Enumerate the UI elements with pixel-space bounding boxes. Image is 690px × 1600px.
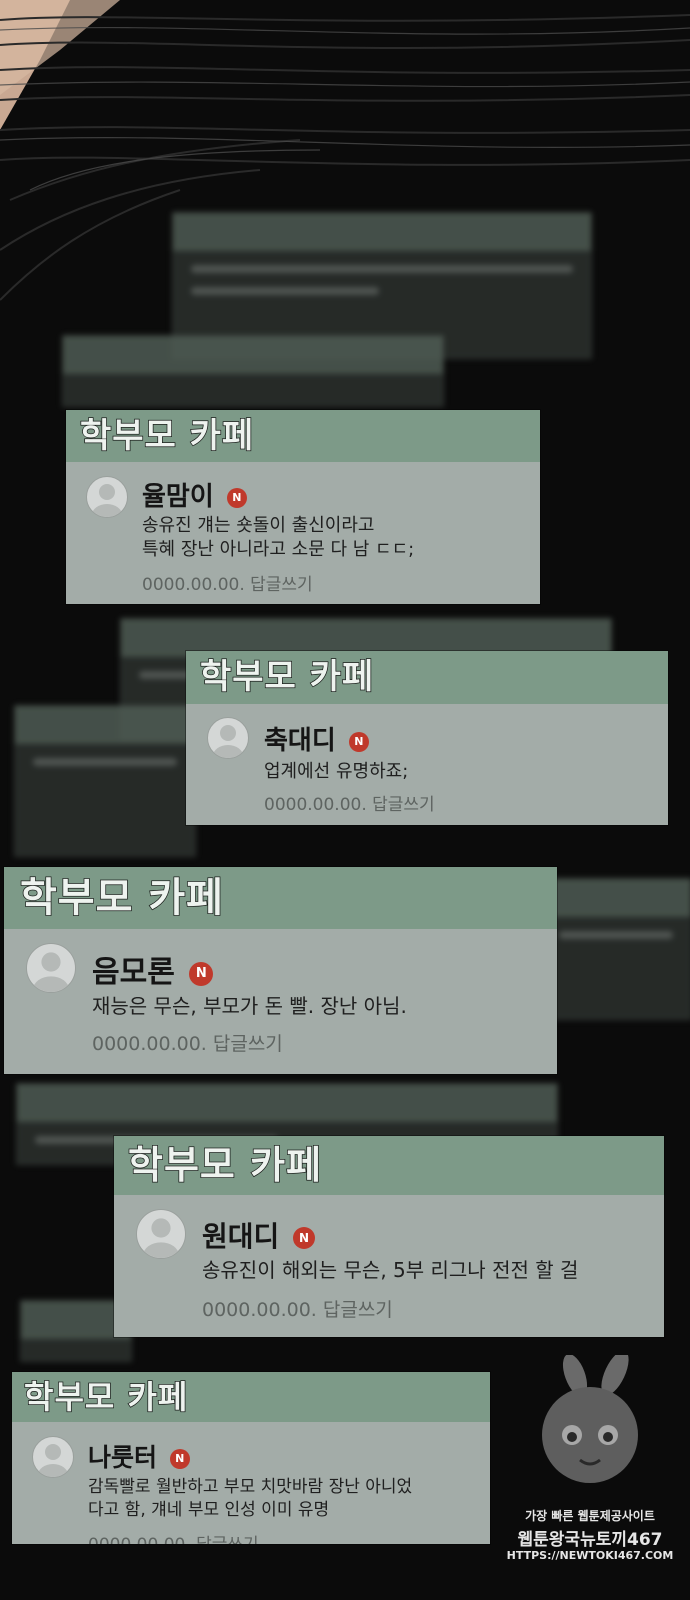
default-user-icon — [213, 725, 243, 758]
nickname-text: 원대디 — [202, 1220, 280, 1253]
comment-card: 학부모 카페 음모론 N 재능은 무슨, 부모가 돈 빨. 장난 아님. 000… — [4, 867, 557, 1074]
new-badge: N — [348, 731, 369, 752]
default-user-icon — [143, 1218, 179, 1258]
comment-text: 송유진이 해외는 무슨, 5부 리그나 전전 할 걸 — [202, 1257, 578, 1283]
comment-meta-date-reply: 0000.00.00. 답글쓰기 — [142, 575, 313, 595]
card-header-title: 학부모 카페 — [4, 867, 557, 929]
rabbit-mascot-logo — [542, 1355, 638, 1483]
comment-text: 업계에선 유명하죠; — [264, 760, 408, 784]
watermark-site-name: 웹툰왕국뉴토끼467 — [517, 1530, 663, 1550]
comment-line: 송유진 걔는 숏돌이 출신이라고 — [142, 515, 375, 536]
comment-text: 재능은 무슨, 부모가 돈 빨. 장난 아님. — [92, 993, 407, 1019]
comment-line: 송유진이 해외는 무슨, 5부 리그나 전전 할 걸 — [202, 1258, 579, 1282]
default-user-icon — [92, 484, 122, 517]
new-badge: N — [226, 487, 247, 508]
comment-line: 다고 함, 걔네 부모 인성 이미 유명 — [88, 1499, 330, 1520]
card-header-title: 학부모 카페 — [114, 1136, 664, 1195]
card-header-title: 학부모 카페 — [12, 1372, 490, 1422]
blurred-background-card — [62, 335, 444, 407]
comment-line: 특혜 장난 아니라고 소문 다 남 ㄷㄷ; — [142, 538, 415, 560]
site-watermark: 가장 빠른 웹툰제공사이트 웹툰왕국뉴토끼467 HTTPS://NEWTOKI… — [500, 1355, 680, 1585]
comment-meta-date-reply: 0000.00.00. 답글쓰기 — [92, 1033, 283, 1055]
comment-text: 송유진 걔는 숏돌이 출신이라고 특혜 장난 아니라고 소문 다 남 ㄷㄷ; — [142, 514, 414, 562]
comment-card: 학부모 카페 율맘이 N 송유진 걔는 숏돌이 출신이라고 특혜 장난 아니라고… — [66, 410, 540, 604]
default-user-icon — [33, 952, 69, 992]
new-badge: N — [169, 1449, 190, 1469]
comment-card: 학부모 카페 축대디 N 업계에선 유명하죠; 0000.00.00. 답글쓰기 — [186, 651, 668, 825]
comment-meta-date-reply: 0000.00.00. 답글쓰기 — [202, 1299, 393, 1321]
blurred-background-card — [540, 878, 690, 1020]
blurred-background-card — [14, 705, 196, 857]
comment-meta-date-reply: 0000.00.00. 답글쓰기 — [264, 795, 435, 815]
comment-line: 감독빨로 월반하고 부모 치맛바람 장난 아니었 — [88, 1477, 413, 1497]
watermark-url: HTTPS://NEWTOKI467.COM — [506, 1549, 674, 1562]
nickname: 나룻터 N — [88, 1438, 190, 1474]
nickname-text: 음모론 — [92, 955, 175, 990]
comment-line: 재능은 무슨, 부모가 돈 빨. 장난 아님. — [92, 994, 407, 1018]
avatar — [207, 717, 249, 759]
nickname: 원대디 N — [202, 1215, 316, 1255]
nickname: 축대디 N — [264, 720, 369, 757]
new-badge: N — [293, 1227, 316, 1249]
avatar — [26, 943, 76, 993]
nickname: 율맘이 N — [142, 476, 247, 513]
comment-card: 학부모 카페 원대디 N 송유진이 해외는 무슨, 5부 리그나 전전 할 걸 … — [114, 1136, 664, 1337]
card-header-title: 학부모 카페 — [66, 410, 540, 462]
nickname-text: 나룻터 — [88, 1443, 158, 1472]
comment-meta-date-reply: 0000.00.00. 답글쓰기 — [88, 1530, 259, 1544]
new-badge: N — [189, 961, 214, 986]
avatar — [136, 1209, 186, 1259]
nickname: 음모론 N — [92, 947, 214, 991]
watermark-tagline: 가장 빠른 웹툰제공사이트 — [525, 1509, 655, 1523]
comment-text: 감독빨로 월반하고 부모 치맛바람 장난 아니었 다고 함, 걔네 부모 인성 … — [88, 1476, 412, 1522]
card-header-title: 학부모 카페 — [186, 651, 668, 704]
nickname-text: 율맘이 — [142, 482, 214, 512]
comment-line: 업계에선 유명하죠; — [264, 761, 409, 782]
avatar — [32, 1436, 74, 1478]
nickname-text: 축대디 — [264, 726, 336, 756]
avatar — [86, 476, 128, 518]
default-user-icon — [38, 1444, 68, 1477]
comment-card: 학부모 카페 나룻터 N 감독빨로 월반하고 부모 치맛바람 장난 아니었 다고… — [12, 1372, 490, 1544]
